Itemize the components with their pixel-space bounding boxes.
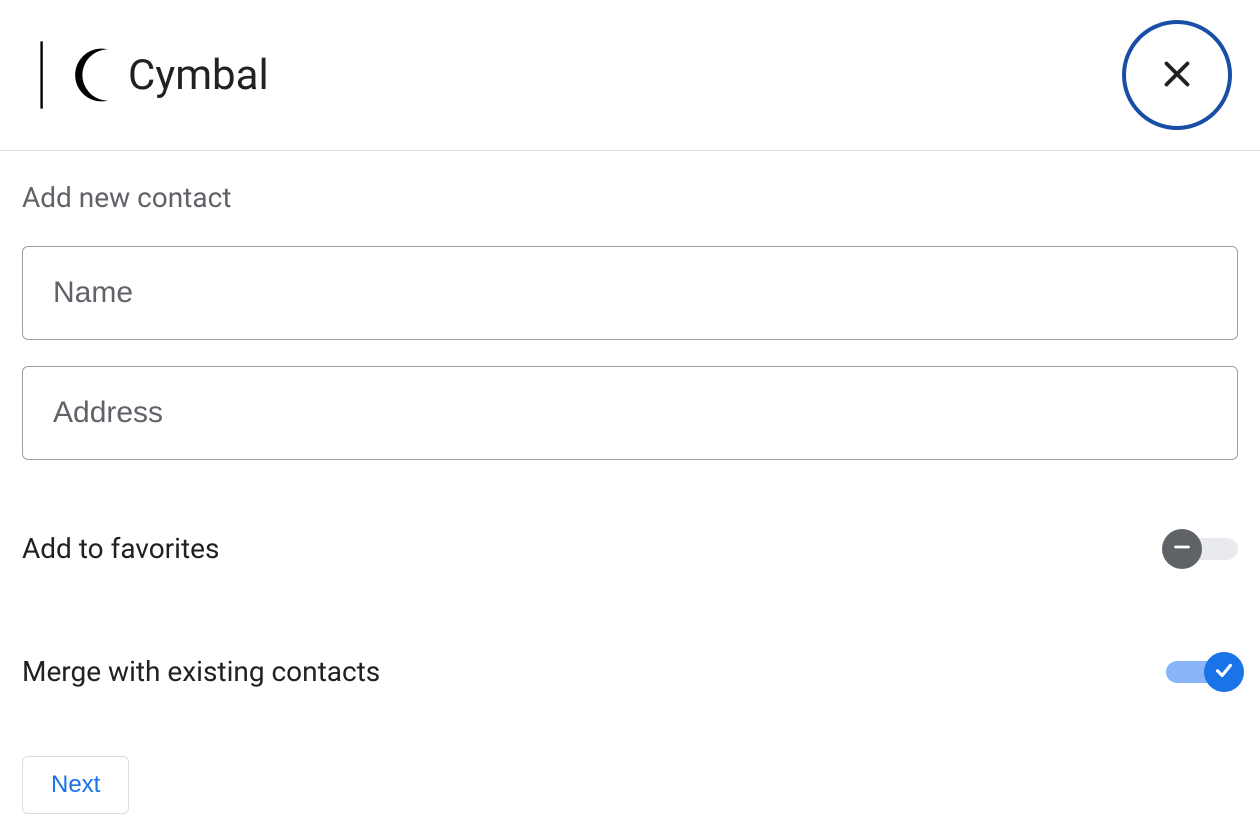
toggle-thumb [1204, 652, 1244, 692]
toggle-thumb [1162, 529, 1202, 569]
address-field[interactable] [22, 366, 1238, 460]
favorites-row: Add to favorites [22, 532, 1238, 565]
brand: Cymbal [32, 35, 269, 115]
minus-icon [1171, 536, 1193, 562]
favorites-label: Add to favorites [22, 532, 219, 565]
brand-title: Cymbal [128, 51, 269, 100]
next-button[interactable]: Next [22, 756, 129, 814]
merge-row: Merge with existing contacts [22, 655, 1238, 688]
merge-toggle[interactable] [1166, 659, 1238, 685]
close-icon [1159, 56, 1195, 95]
name-field[interactable] [22, 246, 1238, 340]
header: Cymbal [0, 0, 1260, 151]
close-button[interactable] [1122, 20, 1232, 130]
merge-label: Merge with existing contacts [22, 655, 380, 688]
form-title: Add new contact [22, 181, 1238, 214]
content: Add new contact Add to favorites Merge w… [0, 151, 1260, 836]
cymbal-logo-icon [32, 35, 112, 115]
check-icon [1213, 659, 1235, 685]
favorites-toggle[interactable] [1166, 536, 1238, 562]
